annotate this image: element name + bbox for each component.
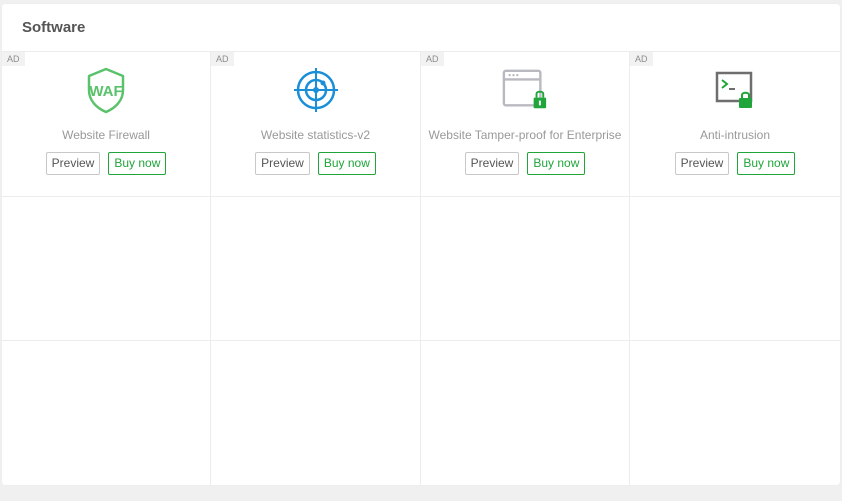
software-panel: Software AD WAF Website Firewall Preview… [2, 4, 840, 485]
empty-cell [630, 341, 840, 485]
empty-cell [630, 197, 840, 341]
product-card-tamper-proof: AD Website Tamper-proof for Enterprise P… [421, 52, 630, 197]
waf-icon-text: WAF [89, 83, 122, 100]
ad-badge: AD [211, 52, 234, 66]
ad-badge: AD [421, 52, 444, 66]
buy-now-button[interactable]: Buy now [527, 152, 586, 175]
preview-button[interactable]: Preview [464, 152, 520, 175]
empty-cell [421, 341, 630, 485]
preview-button[interactable]: Preview [45, 152, 101, 175]
buy-now-button[interactable]: Buy now [737, 152, 796, 175]
empty-cell [2, 341, 211, 485]
buy-now-button[interactable]: Buy now [108, 152, 167, 175]
product-card-website-firewall: AD WAF Website Firewall Preview Buy now [2, 52, 211, 197]
buy-now-button[interactable]: Buy now [317, 152, 376, 175]
browser-lock-icon[interactable] [501, 66, 549, 114]
empty-cell [421, 197, 630, 341]
product-grid: AD WAF Website Firewall Preview Buy now … [2, 52, 840, 485]
ad-badge: AD [2, 52, 25, 66]
terminal-lock-icon[interactable] [711, 66, 759, 114]
panel-header: Software [2, 4, 840, 52]
product-name: Website Firewall [62, 128, 150, 142]
product-name: Website statistics-v2 [260, 128, 371, 142]
empty-cell [211, 341, 421, 485]
ad-badge: AD [630, 52, 653, 66]
empty-cell [211, 197, 421, 341]
product-card-anti-intrusion: AD Anti-intrusion Preview Buy now [630, 52, 840, 197]
empty-cell [2, 197, 211, 341]
waf-shield-icon[interactable]: WAF [82, 66, 130, 114]
target-radar-icon[interactable] [292, 66, 340, 114]
preview-button[interactable]: Preview [255, 152, 310, 175]
panel-title: Software [22, 19, 86, 36]
product-name: Anti-intrusion [699, 128, 771, 142]
preview-button[interactable]: Preview [674, 152, 730, 175]
product-card-website-statistics: AD Website statistics-v2 Preview Buy now [211, 52, 421, 197]
product-name: Website Tamper-proof for Enterprise [428, 128, 622, 142]
